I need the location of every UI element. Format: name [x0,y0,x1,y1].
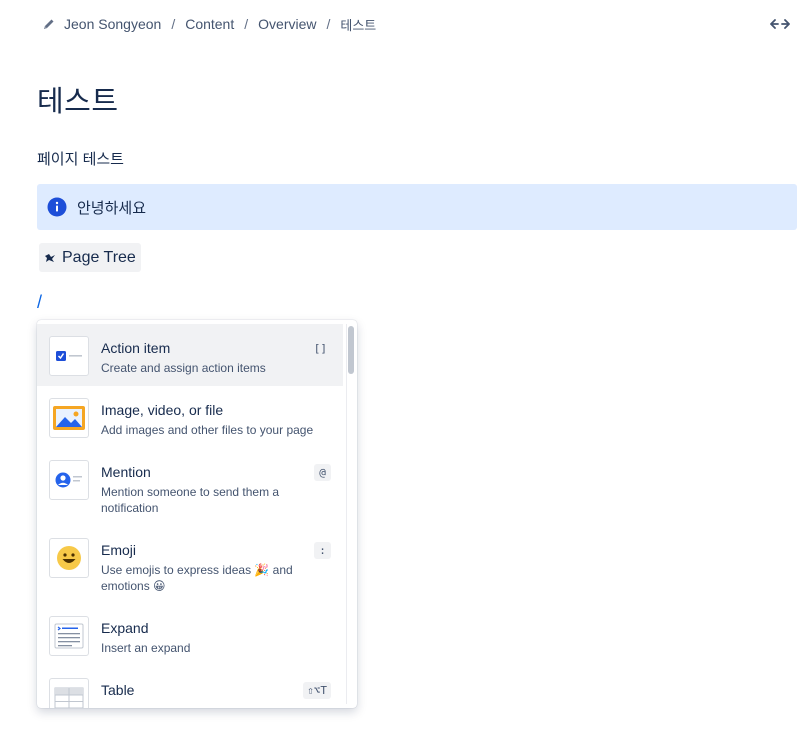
shortcut-badge: [] [309,340,331,357]
expand-width-icon [770,19,790,29]
breadcrumb-separator: / [244,16,249,32]
menu-scrollbar-thumb[interactable] [348,326,354,374]
breadcrumb-item-content[interactable]: Content [185,16,234,32]
pencil-icon [42,17,56,31]
breadcrumb-item-space[interactable]: Jeon Songyeon [64,16,161,32]
menu-item-image-video-file[interactable]: Image, video, or file Add images and oth… [37,386,343,448]
image-icon [49,398,89,438]
mention-icon [49,460,89,500]
page-tree-label: Page Tree [62,248,136,266]
menu-item-description: Create and assign action items [101,361,266,375]
page-tree-macro[interactable]: Page Tree [39,243,141,272]
slash-command-text[interactable]: / [37,292,42,313]
full-width-toggle-button[interactable] [769,14,791,34]
menu-item-title: Action item [101,340,171,356]
menu-scrollbar-track[interactable] [346,324,355,704]
info-panel[interactable]: 안녕하세요 [37,184,797,230]
menu-item-title: Mention [101,464,151,480]
menu-item-description: Add images and other files to your page [101,423,314,437]
page-tree-icon [44,252,56,264]
table-icon [49,678,89,708]
menu-item-table[interactable]: Table ⇧⌥T [37,666,343,708]
expand-icon [49,616,89,656]
menu-item-description: Mention someone to send them a notificat… [101,485,280,515]
breadcrumb-item-overview[interactable]: Overview [258,16,316,32]
quick-insert-menu[interactable]: Action item Create and assign action ite… [37,320,357,708]
menu-item-mention[interactable]: Mention Mention someone to send them a n… [37,448,343,526]
menu-item-description: Insert an expand [101,641,191,655]
menu-item-title: Image, video, or file [101,402,224,418]
emoji-icon [49,538,89,578]
menu-item-action-item[interactable]: Action item Create and assign action ite… [37,324,343,386]
menu-item-description: Use emojis to express ideas 🎉 and emotio… [101,563,293,593]
info-panel-text: 안녕하세요 [77,199,147,217]
shortcut-badge: @ [314,464,331,481]
menu-item-expand[interactable]: Expand Insert an expand [37,604,343,666]
quick-insert-list: Action item Create and assign action ite… [37,324,343,708]
menu-item-emoji[interactable]: Emoji Use emojis to express ideas 🎉 and … [37,526,343,604]
menu-item-title: Emoji [101,542,137,558]
action-item-icon [49,336,89,376]
breadcrumb-current: 테스트 [340,17,377,33]
shortcut-badge: : [314,542,331,559]
breadcrumb: Jeon Songyeon / Content / Overview / 테스트 [42,14,376,34]
paragraph-text[interactable]: 페이지 테스트 [37,148,124,169]
info-icon [47,197,67,217]
breadcrumb-separator: / [171,16,176,32]
breadcrumb-separator: / [326,16,331,32]
menu-item-title: Expand [101,620,149,636]
page-title[interactable]: 테스트 [37,78,119,120]
menu-item-title: Table [101,682,135,698]
shortcut-badge: ⇧⌥T [303,682,331,699]
